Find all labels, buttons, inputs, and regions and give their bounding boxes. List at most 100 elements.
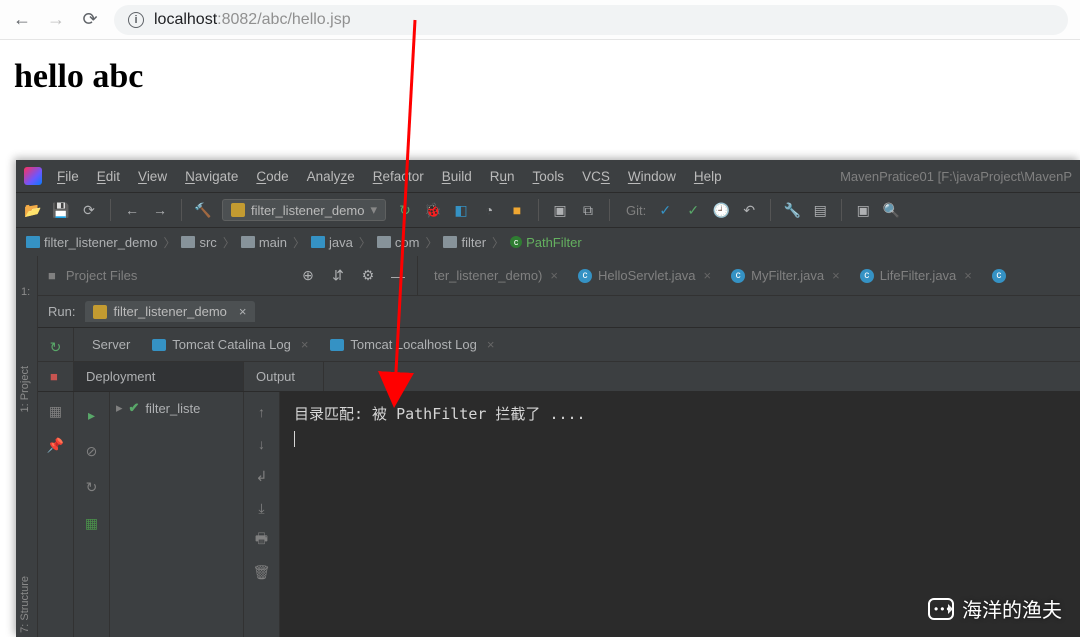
cursor (294, 431, 295, 447)
reload-button[interactable]: ⟳ (80, 10, 100, 30)
coverage-icon[interactable]: ◧ (452, 201, 470, 219)
stop-icon[interactable]: ■ (50, 369, 58, 384)
menu-edit[interactable]: Edit (90, 167, 127, 186)
editor-tab[interactable]: c (984, 265, 1014, 287)
sync-icon[interactable]: ⟳ (80, 201, 98, 219)
profile-icon[interactable]: ◔ (480, 201, 498, 219)
editor-tab[interactable]: cHelloServlet.java× (570, 264, 719, 287)
attach-icon[interactable]: ⧉ (579, 201, 597, 219)
folder-icon (311, 236, 325, 248)
menu-help[interactable]: Help (687, 167, 729, 186)
forward-button[interactable]: → (46, 10, 66, 30)
close-icon[interactable]: × (964, 268, 972, 283)
bc-class[interactable]: cPathFilter (510, 235, 582, 250)
scroll-from-source-icon[interactable]: ⊕ (299, 267, 317, 285)
gear-icon[interactable]: ⚙ (359, 267, 377, 285)
close-icon[interactable]: × (832, 268, 840, 283)
stop-icon[interactable]: ■ (508, 201, 526, 219)
redeploy-icon[interactable]: ↻ (81, 474, 103, 500)
editor-tabs: ter_listener_demo)× cHelloServlet.java× … (418, 264, 1080, 287)
close-icon[interactable]: × (239, 304, 247, 319)
editor-tab[interactable]: cLifeFilter.java× (852, 264, 980, 287)
open-icon[interactable]: 📂 (24, 201, 42, 219)
menu-refactor[interactable]: Refactor (366, 167, 431, 186)
undeploy-icon[interactable]: ⊘ (81, 438, 103, 464)
structure-icon[interactable]: ▤ (811, 201, 829, 219)
menu-tools[interactable]: Tools (526, 167, 572, 186)
ide-window: File Edit View Navigate Code Analyze Ref… (16, 160, 1080, 637)
log-icon (152, 339, 166, 351)
info-icon[interactable]: i (128, 12, 144, 28)
bc-project[interactable]: filter_listener_demo (26, 235, 157, 250)
bc-filter[interactable]: filter (443, 235, 486, 250)
editor-tab[interactable]: cMyFilter.java× (723, 264, 848, 287)
rerun-icon[interactable]: ↻ (45, 334, 67, 360)
vcs-revert-icon[interactable]: ↶ (740, 201, 758, 219)
hide-icon[interactable]: — (389, 267, 407, 285)
log-tab-catalina[interactable]: Tomcat Catalina Log× (142, 331, 318, 358)
bc-src[interactable]: src (181, 235, 216, 250)
deployment-item[interactable]: ▸ ✔ filter_liste (116, 400, 237, 416)
settings-icon[interactable]: 🔧 (783, 201, 801, 219)
bc-java[interactable]: java (311, 235, 353, 250)
run-icon[interactable]: ↻ (396, 201, 414, 219)
menu-build[interactable]: Build (435, 167, 479, 186)
save-all-icon[interactable]: 💾 (52, 201, 70, 219)
git-label: Git: (626, 203, 646, 218)
page-heading: hello abc (14, 58, 1066, 96)
menu-code[interactable]: Code (249, 167, 295, 186)
search-icon[interactable]: 🔍 (882, 201, 900, 219)
project-tool-tab[interactable]: 1: Project (19, 366, 31, 412)
menu-navigate[interactable]: Navigate (178, 167, 245, 186)
folder-icon (377, 236, 391, 248)
close-icon[interactable]: × (487, 337, 495, 352)
menu-run[interactable]: Run (483, 167, 522, 186)
layout-icon[interactable]: ▣ (551, 201, 569, 219)
run-stop-block: ■ (38, 362, 74, 391)
bc-main[interactable]: main (241, 235, 287, 250)
run-panel-header: Run: filter_listener_demo × (38, 296, 1080, 328)
project-panel-title: Project Files (66, 268, 138, 283)
close-icon[interactable]: × (550, 268, 558, 283)
menu-view[interactable]: View (131, 167, 174, 186)
nav-forward-icon[interactable]: → (151, 201, 169, 219)
soft-wrap-icon[interactable]: ↲ (252, 466, 272, 486)
back-button[interactable]: ← (12, 10, 32, 30)
scroll-end-icon[interactable]: ⤓ (252, 498, 272, 518)
build-icon[interactable]: 🔨 (194, 201, 212, 219)
menu-file[interactable]: File (50, 167, 86, 186)
collapse-icon[interactable]: ⇵ (329, 267, 347, 285)
run-config-selector[interactable]: filter_listener_demo ▾ (222, 199, 386, 221)
vcs-commit-icon[interactable]: ✓ (684, 201, 702, 219)
up-icon[interactable]: ↑ (252, 402, 272, 422)
url-path: /abc/hello.jsp (257, 11, 350, 28)
nav-back-icon[interactable]: ← (123, 201, 141, 219)
terminal-icon[interactable]: ▣ (854, 201, 872, 219)
run-config-tab[interactable]: filter_listener_demo × (85, 301, 254, 322)
layout-icon[interactable]: ▦ (45, 398, 67, 424)
menu-vcs[interactable]: VCS (575, 167, 617, 186)
clear-icon[interactable]: 🗑 (252, 562, 272, 582)
structure-tool-tab[interactable]: 7: Structure (19, 576, 31, 633)
close-icon[interactable]: × (704, 268, 712, 283)
pin-icon[interactable]: 📌 (45, 432, 67, 458)
down-icon[interactable]: ↓ (252, 434, 272, 454)
menu-window[interactable]: Window (621, 167, 683, 186)
vcs-update-icon[interactable]: ✓ (656, 201, 674, 219)
log-tab-localhost[interactable]: Tomcat Localhost Log× (320, 331, 504, 358)
menu-analyze[interactable]: Analyze (300, 167, 362, 186)
deploy-icon[interactable]: ▸ (81, 402, 103, 428)
debug-icon[interactable]: 🐞 (424, 201, 442, 219)
close-icon[interactable]: × (301, 337, 309, 352)
log-tab-server[interactable]: Server (82, 331, 140, 358)
vcs-history-icon[interactable]: 🕘 (712, 201, 730, 219)
address-bar[interactable]: i localhost:8082/abc/hello.jsp (114, 5, 1068, 35)
deploy-all-icon[interactable]: ▦ (81, 510, 103, 536)
print-icon[interactable]: 🖶 (252, 530, 272, 550)
run-label: Run: (48, 304, 75, 319)
url-port: :8082 (217, 11, 257, 28)
editor-tab[interactable]: ter_listener_demo)× (426, 264, 566, 287)
check-icon: ✔ (129, 400, 140, 416)
bc-com[interactable]: com (377, 235, 420, 250)
class-icon: c (510, 236, 522, 248)
